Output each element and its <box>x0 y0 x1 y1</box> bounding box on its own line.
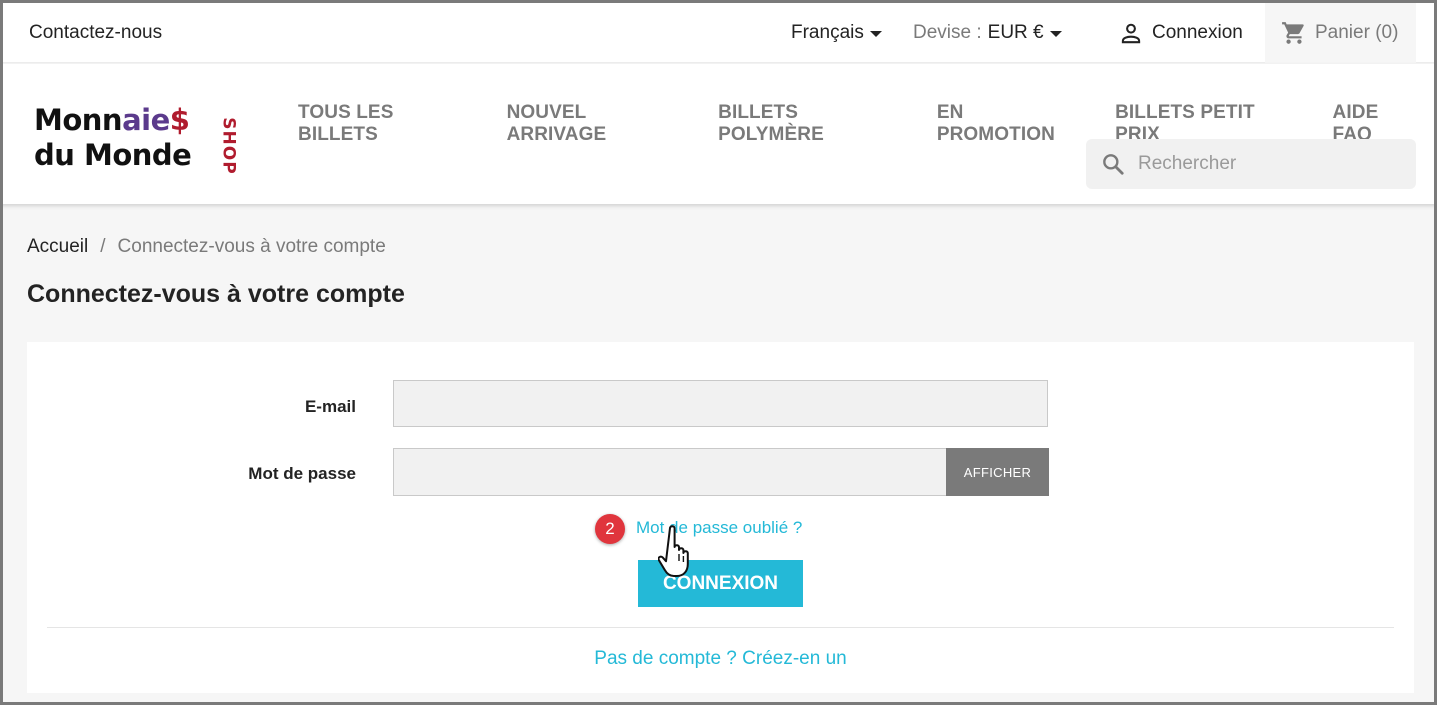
logo-line-2: du Monde <box>34 138 192 172</box>
search-input[interactable] <box>1138 153 1398 175</box>
search-icon[interactable] <box>1100 151 1126 177</box>
cart-label: Panier (0) <box>1315 22 1399 43</box>
caret-down-icon <box>1049 31 1062 37</box>
show-password-button[interactable]: AFFICHER <box>946 448 1049 496</box>
site-logo[interactable]: Monnaie$ du Monde SHOP <box>34 103 239 178</box>
divider <box>47 627 1394 628</box>
caret-down-icon <box>869 31 882 37</box>
password-label: Mot de passe <box>248 464 356 483</box>
email-field[interactable] <box>393 380 1048 427</box>
search-box <box>1086 139 1416 189</box>
breadcrumb-current: Connectez-vous à votre compte <box>117 236 386 257</box>
main-header: Monnaie$ du Monde SHOP TOUS LES BILLETS … <box>0 64 1437 204</box>
password-field[interactable] <box>393 448 947 496</box>
breadcrumb-separator: / <box>100 236 106 257</box>
login-card: E-mail Mot de passe AFFICHER 2 Mot de pa… <box>27 342 1414 693</box>
step-badge: 2 <box>595 514 625 544</box>
cart-button[interactable]: Panier (0) <box>1265 3 1416 63</box>
nav-item-nouvel-arrivage[interactable]: NOUVEL ARRIVAGE <box>492 102 704 146</box>
shopping-cart-icon <box>1282 22 1304 44</box>
currency-label: Devise : <box>913 22 982 43</box>
logo-line-1: Monnaie$ <box>34 103 190 137</box>
create-account-link[interactable]: Pas de compte ? Créez-en un <box>27 648 1414 670</box>
contact-link[interactable]: Contactez-nous <box>29 22 162 44</box>
top-bar: Contactez-nous Français Devise : EUR € C… <box>0 0 1437 63</box>
language-label: Français <box>791 22 864 43</box>
nav-item-tous-les-billets[interactable]: TOUS LES BILLETS <box>283 102 492 146</box>
nav-item-billets-polymere[interactable]: BILLETS POLYMÈRE <box>703 102 922 146</box>
currency-selector[interactable]: Devise : EUR € <box>913 22 1062 44</box>
hand-pointer-icon <box>658 525 689 577</box>
language-selector[interactable]: Français <box>791 22 882 44</box>
logo-shop-text: SHOP <box>218 117 239 175</box>
nav-item-en-promotion[interactable]: EN PROMOTION <box>922 102 1100 146</box>
login-link[interactable]: Connexion <box>1118 20 1243 46</box>
user-icon <box>1121 23 1141 44</box>
email-label: E-mail <box>304 397 356 416</box>
login-label: Connexion <box>1152 22 1243 43</box>
breadcrumb: Accueil / Connectez-vous à votre compte <box>27 236 386 258</box>
breadcrumb-home-link[interactable]: Accueil <box>27 236 88 258</box>
currency-value: EUR € <box>987 22 1044 43</box>
page-title: Connectez-vous à votre compte <box>27 280 405 308</box>
